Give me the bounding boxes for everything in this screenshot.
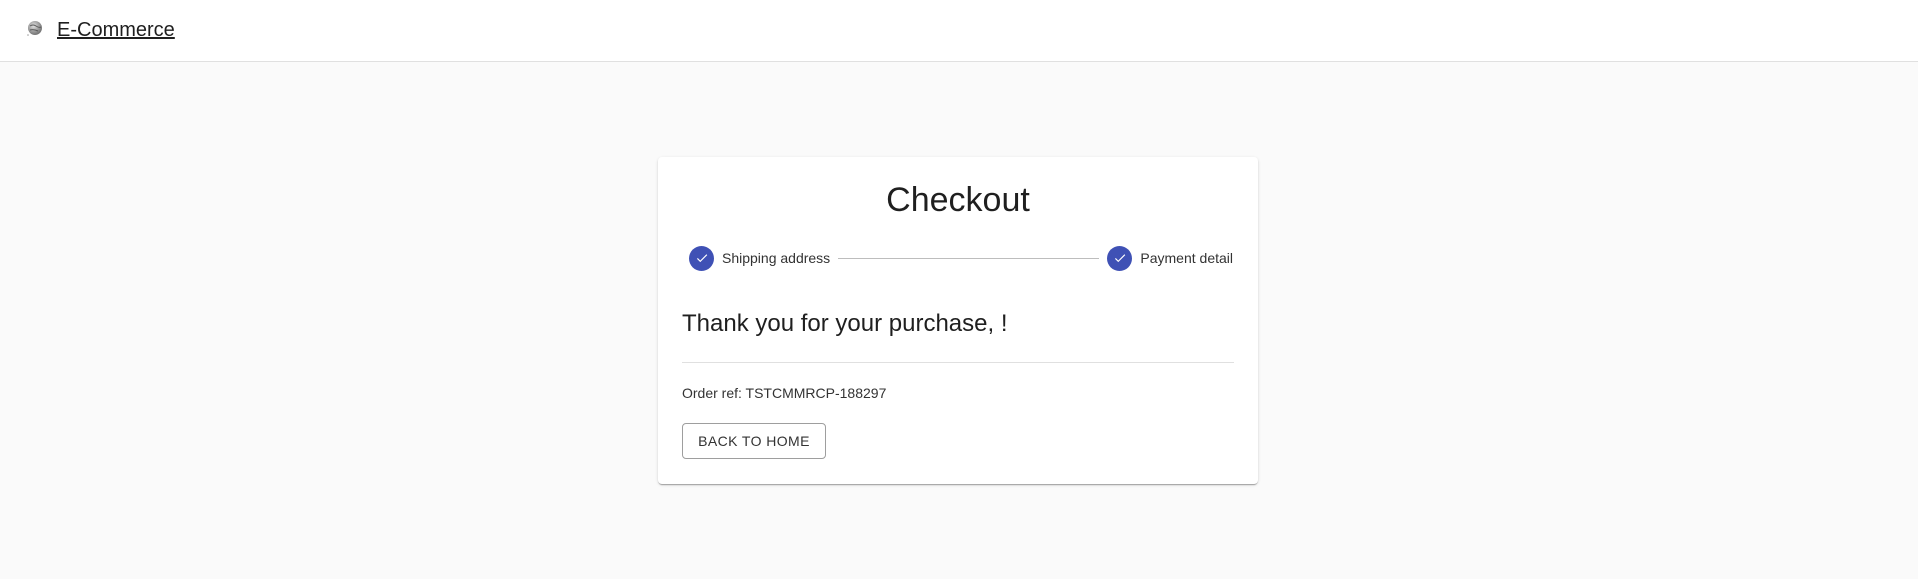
- divider: [682, 362, 1234, 363]
- step-label: Payment detail: [1140, 250, 1233, 266]
- check-icon: [689, 245, 714, 271]
- app-header: E-Commerce: [0, 0, 1918, 62]
- step-label: Shipping address: [722, 250, 831, 266]
- brand-home-link[interactable]: E-Commerce: [57, 19, 175, 42]
- globe-logo-icon: [24, 17, 46, 39]
- step-connector: [838, 257, 1100, 259]
- checkout-card: Checkout Shipping address Payment detail…: [658, 157, 1258, 484]
- step-shipping-address: Shipping address: [689, 245, 831, 271]
- check-icon: [1107, 245, 1133, 271]
- step-payment-detail: Payment detail: [1107, 245, 1233, 271]
- thank-you-message: Thank you for your purchase, !: [682, 310, 1008, 337]
- checkout-stepper: Shipping address Payment detail: [689, 245, 1233, 271]
- order-reference: Order ref: TSTCMMRCP-188297: [682, 385, 887, 401]
- page-title: Checkout: [886, 181, 1030, 219]
- back-to-home-button[interactable]: BACK TO HOME: [682, 423, 826, 459]
